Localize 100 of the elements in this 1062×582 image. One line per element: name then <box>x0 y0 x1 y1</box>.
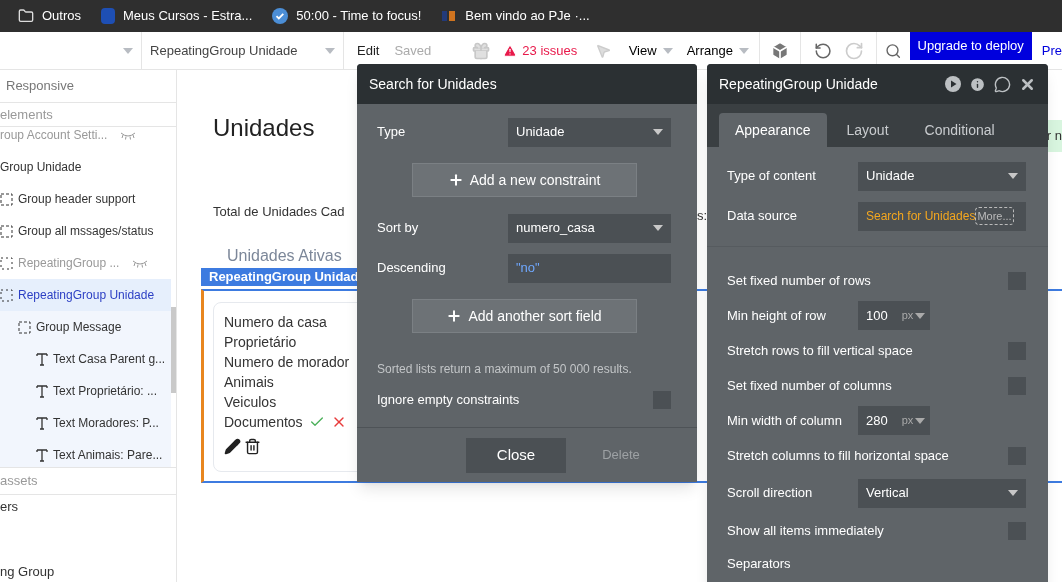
bookmark[interactable]: Bem vindo ao PJe ·... <box>441 6 590 26</box>
card-text: Proprietário <box>224 332 297 352</box>
trash-icon[interactable] <box>244 437 261 455</box>
data-source-field[interactable]: Search for Unidades More... <box>858 201 1026 231</box>
card-text: Animais <box>224 372 274 392</box>
caret-icon <box>653 225 663 231</box>
caret-icon <box>915 417 926 424</box>
more-link[interactable]: More... <box>975 206 1014 226</box>
tab[interactable]: Appearance <box>719 113 827 147</box>
add-button[interactable]: Add another sort field <box>411 299 637 333</box>
caret-icon <box>1008 173 1018 179</box>
group-icon <box>18 320 31 334</box>
scrollbar[interactable] <box>171 307 176 393</box>
card-text: Numero de morador <box>224 352 350 372</box>
element-label: RepeatingGroup Unidad <box>201 267 357 286</box>
saved-label: Saved <box>394 41 432 60</box>
field-label: Sort by <box>377 219 420 238</box>
text-icon <box>36 416 48 430</box>
checkbox-label: Set fixed number of columns <box>727 376 892 395</box>
text-icon <box>36 448 48 462</box>
checkbox-label: Show all items immediately <box>727 521 884 540</box>
caret-icon <box>653 129 663 135</box>
undo-icon[interactable] <box>813 40 833 61</box>
field-label: Min height of row <box>727 306 827 325</box>
card-text: Veiculos <box>224 392 277 412</box>
issues-link[interactable]: 23 issues <box>503 40 578 61</box>
card-text: Documentos <box>224 412 303 432</box>
dropdown[interactable]: Unidade <box>858 161 1026 191</box>
sidebar-item[interactable]: ng Group <box>0 560 176 582</box>
view-menu[interactable]: View <box>628 40 673 61</box>
total-text: Total de Unidades Cad <box>213 203 345 221</box>
checkbox-label: Stretch columns to fill horizontal space <box>727 446 949 465</box>
checkbox-label: Stretch rows to fill vertical space <box>727 341 913 360</box>
bookmark[interactable]: Meus Cursos - Estra... <box>101 6 253 26</box>
caret-icon <box>662 47 673 54</box>
card-text: Numero da casa <box>224 312 327 332</box>
warning-icon <box>503 43 518 58</box>
dropdown[interactable]: Unidade <box>508 117 671 147</box>
field-label: Descending <box>377 259 447 278</box>
logo-icon <box>441 9 458 23</box>
number-field[interactable]: 100 px <box>858 301 930 330</box>
checkbox-label: Ignore empty constraints <box>377 391 520 410</box>
tab[interactable]: Conditional <box>908 113 1011 147</box>
layer-item[interactable]: Text Casa Parent g... <box>0 343 171 375</box>
section-title: Unidades Ativas <box>227 245 342 266</box>
caret-icon <box>325 47 336 54</box>
unit-label: px <box>901 308 914 324</box>
unit-label: px <box>901 413 914 429</box>
text-icon <box>36 384 48 398</box>
section-heading: Separators <box>726 555 792 573</box>
field-label: Type <box>377 123 407 142</box>
dropdown[interactable]: numero_casa <box>508 213 671 243</box>
info-icon[interactable] <box>969 75 986 93</box>
field-label: Min width of column <box>727 411 843 430</box>
group-icon <box>0 192 13 206</box>
caret-icon <box>123 47 134 54</box>
close-button[interactable]: Close <box>466 437 566 473</box>
hidden-eye-icon[interactable] <box>132 258 149 268</box>
hidden-eye-icon[interactable] <box>120 130 137 140</box>
caret-icon <box>1008 490 1018 496</box>
edit-label[interactable]: Edit <box>357 40 380 61</box>
dropdown[interactable]: Vertical <box>858 478 1026 508</box>
note-text: Sorted lists return a maximum of 50 000 results. <box>376 361 633 378</box>
caret-icon <box>738 47 749 54</box>
text-icon <box>36 352 48 366</box>
layer-item[interactable]: Text Proprietário: ... <box>0 375 171 407</box>
edit-icon[interactable] <box>224 437 241 455</box>
panel-title: Search for Unidades <box>357 64 697 104</box>
upgrade-button[interactable]: Upgrade to deploy <box>909 32 1032 60</box>
bookmark[interactable]: Outros <box>18 6 81 26</box>
section-heading: assets <box>0 467 176 495</box>
page-title: Unidades <box>213 113 315 143</box>
add-button[interactable]: Add a new constraint <box>411 163 637 197</box>
preview-link[interactable]: Pre <box>1041 40 1062 61</box>
layer-item[interactable]: Group Message <box>0 311 171 343</box>
folder-icon <box>18 8 34 24</box>
arrange-menu[interactable]: Arrange <box>686 40 749 61</box>
caret-icon <box>915 312 926 319</box>
field-label: Type of content <box>727 167 817 186</box>
field-label: Scroll direction <box>727 484 814 503</box>
plus-icon <box>447 172 464 188</box>
layer-item[interactable]: Text Moradores: P... <box>0 407 171 439</box>
element-dropdown[interactable]: RepeatingGroup Unidade <box>142 32 345 69</box>
layer-item[interactable]: Text Animais: Pare... <box>0 439 171 467</box>
check-circle-icon <box>272 8 289 24</box>
play-icon[interactable] <box>945 76 961 92</box>
number-field[interactable]: 280 px <box>858 406 930 435</box>
responsive-tab[interactable]: Responsive <box>0 70 176 103</box>
tab[interactable]: Layout <box>830 113 905 147</box>
redo-icon[interactable] <box>844 40 865 61</box>
sidebar-item[interactable]: ers <box>0 495 176 519</box>
panel-title: RepeatingGroup Unidade <box>719 74 878 94</box>
field-label: Data source <box>727 207 799 226</box>
comment-icon[interactable] <box>994 75 1011 93</box>
search-icon[interactable] <box>885 41 902 60</box>
bookmark[interactable]: 50:00 - Time to focus! <box>272 6 422 26</box>
group-icon <box>0 224 13 238</box>
checkbox-label: Set fixed number of rows <box>727 271 871 290</box>
layer-item[interactable]: RepeatingGroup Unidade <box>0 279 171 311</box>
repeating-group-icon <box>0 256 13 270</box>
